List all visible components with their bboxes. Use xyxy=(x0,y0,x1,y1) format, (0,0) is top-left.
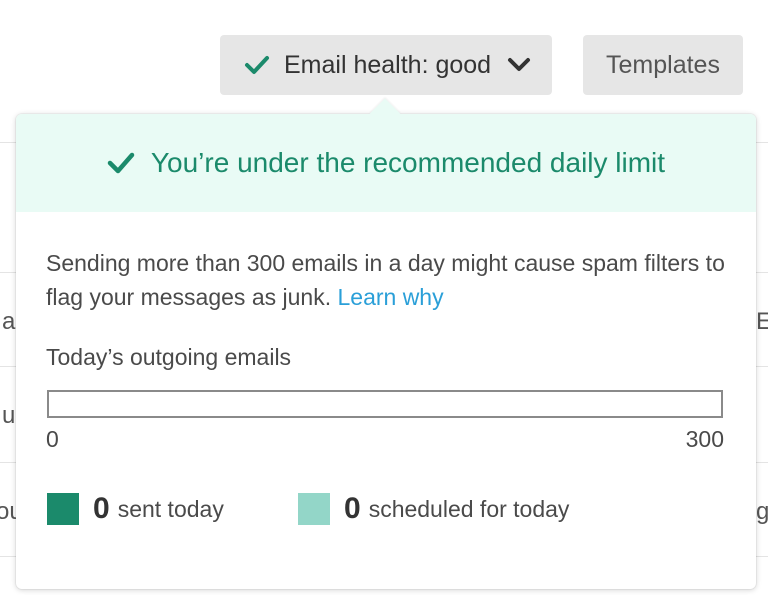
scheduled-swatch xyxy=(298,493,330,525)
legend-scheduled: 0 scheduled for today xyxy=(298,492,569,526)
email-health-dropdown-button[interactable]: Email health: good xyxy=(220,35,552,95)
popover-header: You’re under the recommended daily limit xyxy=(16,114,756,212)
legend-sent: 0 sent today xyxy=(47,492,224,526)
chevron-down-icon xyxy=(508,58,531,71)
scheduled-label: scheduled for today xyxy=(368,495,570,522)
email-health-label: Email health: good xyxy=(284,50,492,79)
popover-title: You’re under the recommended daily limit xyxy=(150,147,666,178)
email-health-popover: You’re under the recommended daily limit… xyxy=(16,98,756,589)
background-text-fragment: g xyxy=(756,498,768,525)
outgoing-emails-label: Today’s outgoing emails xyxy=(46,344,292,370)
templates-button[interactable]: Templates xyxy=(583,35,743,95)
background-text-fragment: E xyxy=(756,308,768,335)
check-icon xyxy=(245,56,269,74)
scheduled-count: 0 xyxy=(344,492,361,525)
daily-limit-progress-bar xyxy=(47,390,723,418)
templates-label: Templates xyxy=(606,50,720,79)
sent-count: 0 xyxy=(93,492,110,525)
progress-max-label: 300 xyxy=(685,426,724,452)
progress-min-label: 0 xyxy=(46,426,59,452)
background-text-fragment: u xyxy=(2,402,16,429)
background-text-fragment: a xyxy=(2,308,16,335)
check-icon xyxy=(107,152,135,174)
popover-description: Sending more than 300 emails in a day mi… xyxy=(46,246,726,314)
sent-label: sent today xyxy=(117,495,224,522)
sent-swatch xyxy=(47,493,79,525)
learn-why-link[interactable]: Learn why xyxy=(337,284,443,310)
